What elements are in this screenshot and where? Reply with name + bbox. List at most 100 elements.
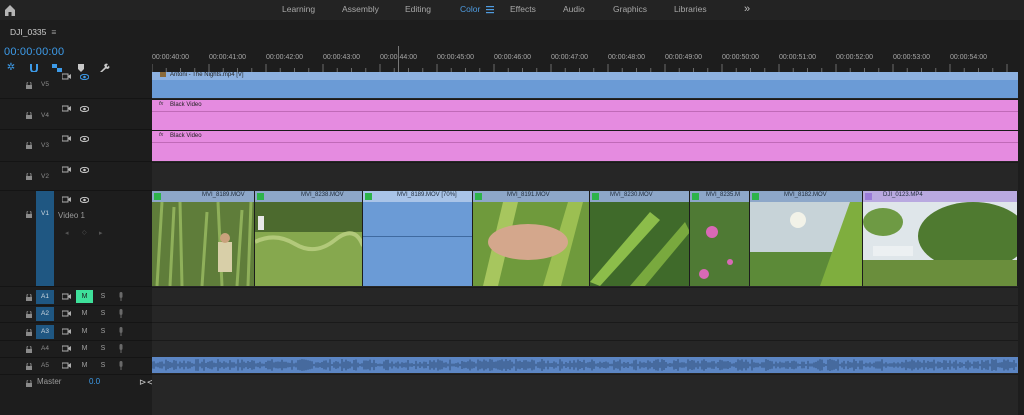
next-keyframe-icon[interactable]: ▸ xyxy=(99,229,103,237)
mute-button[interactable]: M xyxy=(76,359,93,372)
clip-thumbnail xyxy=(750,202,862,286)
sync-lock-icon[interactable] xyxy=(62,362,71,369)
track-name-v1[interactable]: Video 1 xyxy=(58,211,85,220)
sync-lock-icon[interactable] xyxy=(62,105,71,112)
clip-color-icon xyxy=(475,193,482,200)
eye-icon[interactable] xyxy=(80,106,89,112)
time-ruler[interactable]: 00:00:40:00 00:00:41:00 00:00:42:00 00:0… xyxy=(152,46,1024,72)
lock-icon[interactable] xyxy=(26,173,32,180)
sequence-tab[interactable]: DJI_0335 ≡ xyxy=(10,27,56,39)
lock-icon[interactable] xyxy=(26,112,32,119)
track-label[interactable]: A4 xyxy=(36,342,54,356)
lock-icon[interactable] xyxy=(26,329,32,336)
track-label[interactable]: V2 xyxy=(36,170,54,184)
clip-color-icon xyxy=(365,193,372,200)
timeline-tracks[interactable]: Antoni - The Nights.mp4 [V] fx Black Vid… xyxy=(151,72,1018,415)
tab-color[interactable]: Color xyxy=(460,0,480,20)
mute-button[interactable]: M xyxy=(76,307,93,320)
eye-icon[interactable] xyxy=(80,136,89,142)
eye-icon[interactable] xyxy=(80,74,89,80)
prev-keyframe-icon[interactable]: ◂ xyxy=(65,229,69,237)
clip-thumbnail xyxy=(690,202,749,286)
ruler-label: 00:00:48:00 xyxy=(608,54,645,61)
solo-button[interactable]: S xyxy=(98,342,108,355)
clip-v4[interactable]: fx Black Video xyxy=(152,100,1018,130)
playhead[interactable] xyxy=(398,46,399,72)
workspace-tabs: Learning Assembly Editing Color Effects … xyxy=(264,0,764,20)
lock-icon[interactable] xyxy=(26,294,32,301)
sync-lock-icon[interactable] xyxy=(62,196,71,203)
clip-v1[interactable]: MVI_8189.MOV [70%] xyxy=(363,191,473,286)
mute-button[interactable]: M xyxy=(76,290,93,303)
sync-lock-icon[interactable] xyxy=(62,345,71,352)
tab-effects[interactable]: Effects xyxy=(510,0,536,20)
track-label[interactable]: A2 xyxy=(36,307,54,321)
tab-learning[interactable]: Learning xyxy=(282,0,315,20)
solo-button[interactable]: S xyxy=(98,325,108,338)
solo-button[interactable]: S xyxy=(98,359,108,372)
mic-icon[interactable] xyxy=(118,327,124,337)
mic-icon[interactable] xyxy=(118,344,124,354)
track-divider xyxy=(152,374,1018,375)
ruler-label: 00:00:54:00 xyxy=(950,54,987,61)
mic-icon[interactable] xyxy=(118,292,124,302)
clip-v1[interactable]: MVI_8182.MOV xyxy=(750,191,863,286)
mic-icon[interactable] xyxy=(118,361,124,371)
lock-icon[interactable] xyxy=(26,363,32,370)
more-workspaces-icon[interactable]: » xyxy=(744,3,750,15)
clip-v1[interactable]: MVI_8189.MOV xyxy=(152,191,255,286)
solo-button[interactable]: S xyxy=(98,307,108,320)
clip-color-icon xyxy=(154,193,161,200)
solo-button[interactable]: S xyxy=(98,290,108,303)
track-label[interactable]: V5 xyxy=(36,78,54,92)
tab-audio[interactable]: Audio xyxy=(563,0,585,20)
clip-v1[interactable]: MVI_8238.MOV xyxy=(255,191,363,286)
mic-icon[interactable] xyxy=(118,309,124,319)
eye-icon[interactable] xyxy=(80,197,89,203)
clip-v1[interactable]: MVI_8191.MOV xyxy=(473,191,590,286)
clip-v1[interactable]: MVI_8230.MOV xyxy=(590,191,690,286)
clip-label: MVI_8230.MOV xyxy=(610,192,653,198)
eye-icon[interactable] xyxy=(80,167,89,173)
lock-icon[interactable] xyxy=(26,380,32,387)
clip-header: MVI_8238.MOV xyxy=(255,191,362,202)
add-keyframe-icon[interactable]: ◇ xyxy=(82,229,87,236)
scrollbar-edge[interactable] xyxy=(1018,72,1024,415)
tab-editing[interactable]: Editing xyxy=(405,0,431,20)
mute-button[interactable]: M xyxy=(76,342,93,355)
audio-clip-a5[interactable] xyxy=(151,357,1018,373)
track-label[interactable]: V3 xyxy=(36,139,54,153)
tab-libraries[interactable]: Libraries xyxy=(674,0,707,20)
sync-lock-icon[interactable] xyxy=(62,328,71,335)
sequence-menu-icon[interactable]: ≡ xyxy=(51,27,56,37)
sync-lock-icon[interactable] xyxy=(62,166,71,173)
lock-icon[interactable] xyxy=(26,142,32,149)
clip-header: DJI_0123.MP4 xyxy=(863,191,1017,202)
mute-button[interactable]: M xyxy=(76,325,93,338)
playhead-timecode[interactable]: 00:00:00:00 xyxy=(4,46,64,58)
lock-icon[interactable] xyxy=(26,346,32,353)
tab-graphics[interactable]: Graphics xyxy=(613,0,647,20)
clip-v1[interactable]: DJI_0123.MP4 xyxy=(863,191,1018,286)
track-header-a4: A4 M S xyxy=(0,341,152,358)
panel-menu-icon[interactable] xyxy=(486,5,494,14)
track-target-v1[interactable]: V1 xyxy=(36,191,54,286)
track-label[interactable]: A3 xyxy=(36,325,54,339)
track-label[interactable]: V4 xyxy=(36,109,54,123)
lock-icon[interactable] xyxy=(26,82,32,89)
track-label[interactable]: A1 xyxy=(36,290,54,304)
home-icon[interactable] xyxy=(2,2,18,18)
lock-icon[interactable] xyxy=(26,311,32,318)
sync-lock-icon[interactable] xyxy=(62,293,71,300)
clip-v1[interactable]: MVI_8235.M xyxy=(690,191,750,286)
master-volume-value[interactable]: 0.0 xyxy=(89,377,100,386)
sync-lock-icon[interactable] xyxy=(62,310,71,317)
track-label[interactable]: A5 xyxy=(36,359,54,373)
sync-lock-icon[interactable] xyxy=(62,135,71,142)
tab-assembly[interactable]: Assembly xyxy=(342,0,379,20)
clip-header: MVI_8182.MOV xyxy=(750,191,862,202)
clip-v3[interactable]: fx Black Video xyxy=(152,131,1018,161)
clip-v5[interactable]: Antoni - The Nights.mp4 [V] xyxy=(152,72,1018,98)
sync-lock-icon[interactable] xyxy=(62,73,71,80)
lock-icon[interactable] xyxy=(26,211,32,218)
